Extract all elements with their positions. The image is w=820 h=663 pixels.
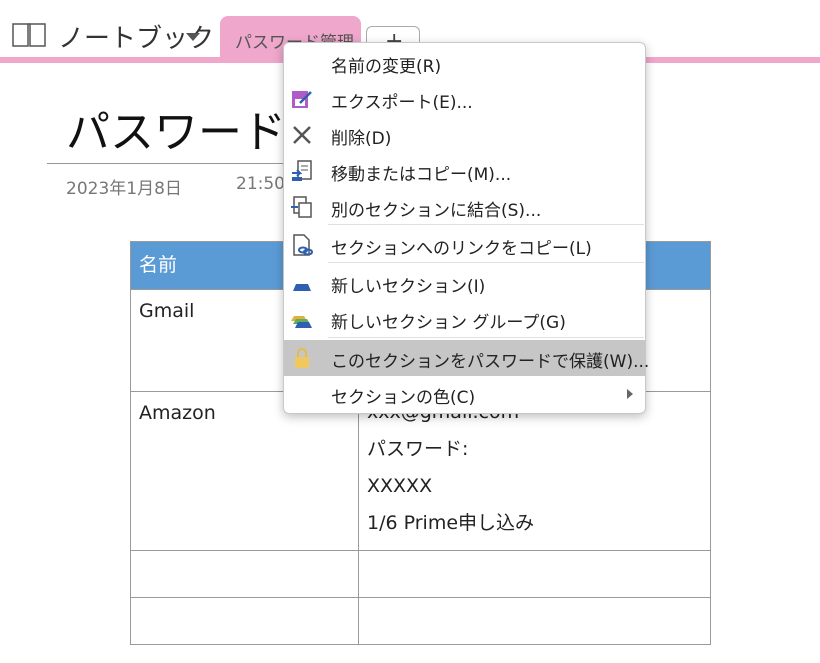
table-cell[interactable]: xxx@gmail.com パスワード: XXXXX 1/6 Prime申し込み	[358, 391, 711, 551]
menu-item-delete[interactable]: 削除(D)	[284, 117, 645, 153]
new-section-group-icon	[291, 316, 312, 328]
menu-item-label: 新しいセクション(I)	[331, 277, 486, 297]
menu-item-label: 削除(D)	[331, 129, 392, 149]
menu-item-label: エクスポート(E)...	[331, 93, 473, 113]
chevron-down-icon[interactable]	[186, 33, 200, 41]
table-row	[130, 597, 711, 645]
detail-line: 1/6 Prime申し込み	[367, 512, 535, 534]
detail-line: パスワード:	[367, 438, 469, 460]
menu-separator	[328, 262, 644, 263]
export-icon	[292, 91, 312, 108]
delete-icon	[293, 126, 311, 144]
menu-item-label: 新しいセクション グループ(G)	[331, 313, 566, 333]
new-section-icon	[293, 284, 311, 291]
menu-item-label: 移動またはコピー(M)...	[331, 165, 512, 185]
menu-item-move-copy[interactable]: 移動またはコピー(M)...	[284, 153, 645, 189]
notebook-icon[interactable]	[12, 22, 46, 48]
menu-item-rename[interactable]: 名前の変更(R)	[284, 45, 645, 81]
menu-item-label: 別のセクションに結合(S)...	[331, 201, 542, 221]
table-cell[interactable]	[358, 550, 711, 598]
menu-item-new-section-group[interactable]: 新しいセクション グループ(G)	[284, 301, 645, 337]
table-cell[interactable]	[358, 597, 711, 645]
menu-separator	[328, 224, 644, 225]
lock-icon	[295, 348, 309, 368]
menu-item-label: セクションへのリンクをコピー(L)	[331, 239, 592, 259]
menu-item-copy-link[interactable]: セクションへのリンクをコピー(L)	[284, 227, 645, 263]
link-icon	[293, 234, 313, 256]
table-cell[interactable]	[130, 550, 359, 598]
table-row	[130, 550, 711, 598]
menu-item-export[interactable]: エクスポート(E)...	[284, 81, 645, 117]
page-date: 2023年1月8日	[66, 179, 182, 199]
section-context-menu: 名前の変更(R) エクスポート(E)... 削除(D) 移動またはコピー(M).…	[283, 42, 649, 414]
menu-separator	[328, 337, 644, 338]
page-time: 21:50	[236, 174, 285, 194]
submenu-arrow-icon	[627, 389, 633, 399]
table-row: Amazon xxx@gmail.com パスワード: XXXXX 1/6 Pr…	[130, 391, 711, 551]
menu-item-new-section[interactable]: 新しいセクション(I)	[284, 265, 645, 301]
merge-icon	[291, 196, 312, 218]
table-cell[interactable]	[130, 597, 359, 645]
menu-item-label: このセクションをパスワードで保護(W)...	[331, 352, 650, 372]
title-divider	[47, 163, 307, 164]
table-cell[interactable]: Amazon	[130, 391, 359, 551]
menu-item-section-color[interactable]: セクションの色(C)	[284, 376, 645, 412]
detail-line: XXXXX	[367, 475, 433, 497]
menu-item-label: セクションの色(C)	[331, 388, 476, 408]
menu-item-label: 名前の変更(R)	[331, 57, 442, 77]
menu-item-merge[interactable]: 別のセクションに結合(S)...	[284, 189, 645, 225]
menu-item-password-protect[interactable]: このセクションをパスワードで保護(W)...	[284, 340, 649, 376]
move-copy-icon	[292, 160, 312, 181]
